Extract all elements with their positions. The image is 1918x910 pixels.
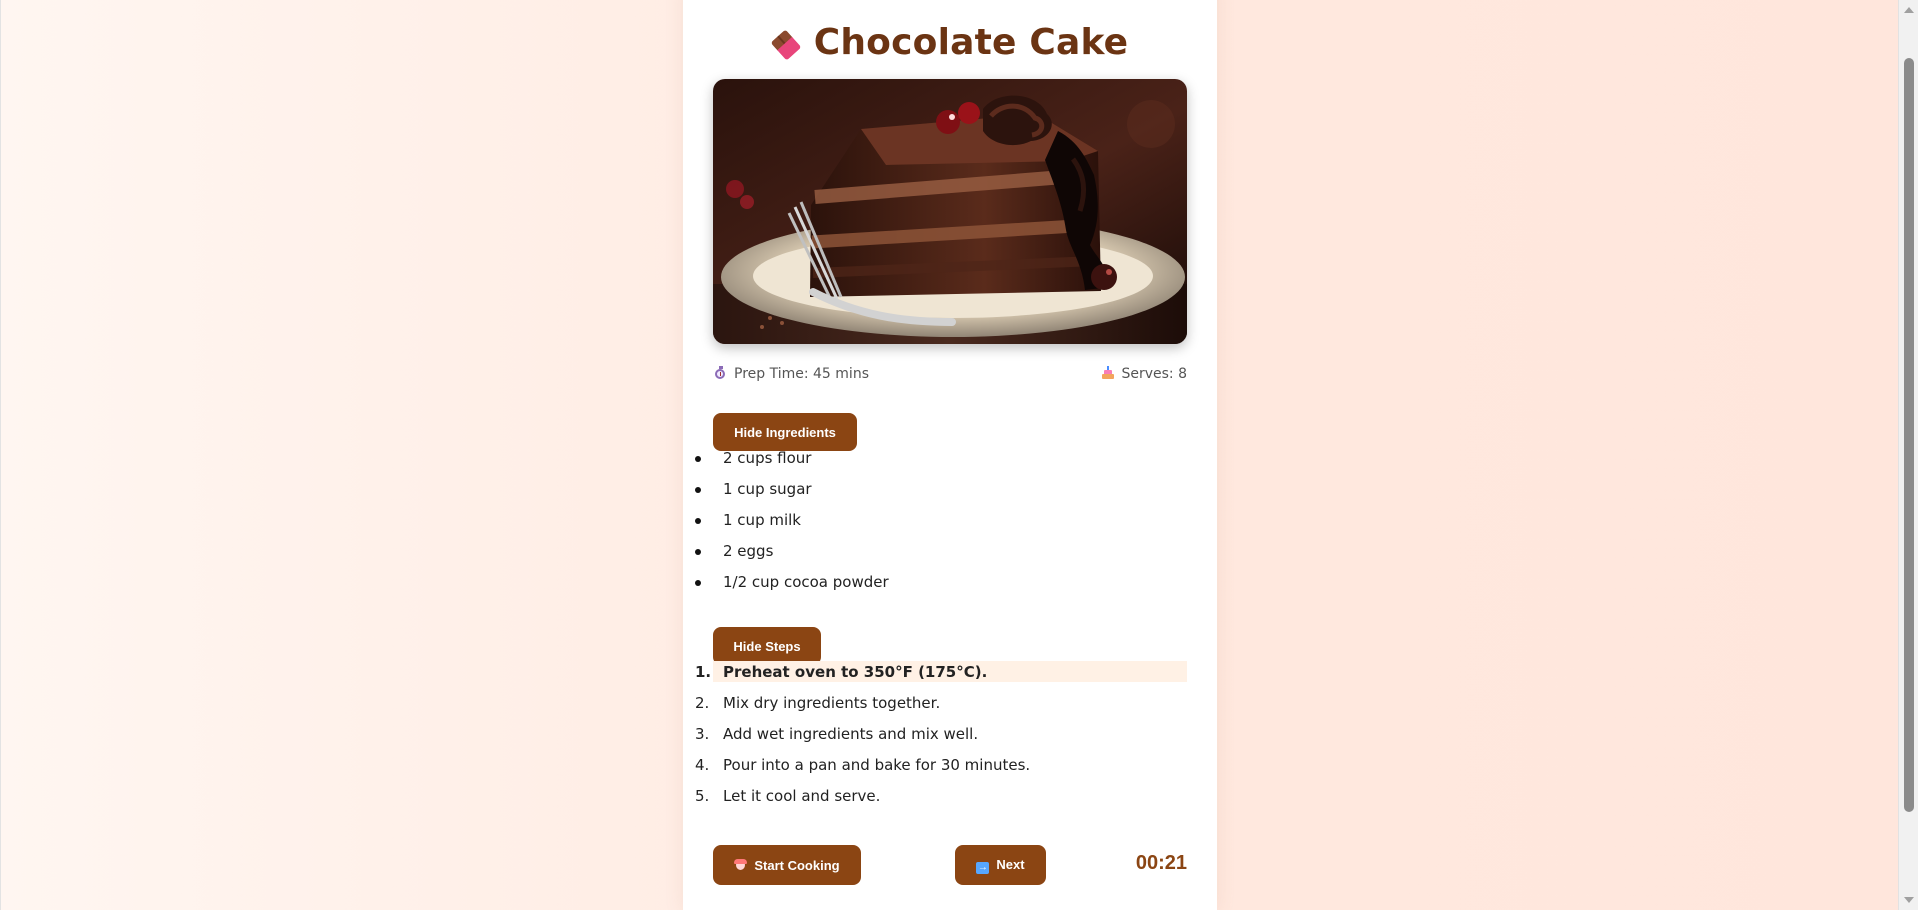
recipe-title: Chocolate Cake [683,21,1217,65]
start-cooking-button[interactable]: Start Cooking [713,845,861,885]
step-text: Let it cool and serve. [723,787,881,805]
next-step-button[interactable]: → Next [955,845,1046,885]
serves: Serves: 8 [1101,366,1187,382]
serves-text: Serves: 8 [1121,366,1187,382]
step-item: 3. Add wet ingredients and mix well. [683,719,1217,750]
prep-time: Prep Time: 45 mins [714,366,869,382]
step-text: Mix dry ingredients together. [723,694,941,712]
step-item: 5. Let it cool and serve. [683,781,1217,812]
cooking-timer: 00:21 [1135,852,1187,874]
right-arrow-icon: → [976,861,990,874]
recipe-title-text: Chocolate Cake [813,22,1129,64]
recipe-card: Chocolate Cake Prep Time: 45 mins Serves… [683,0,1217,910]
prep-time-text: Prep Time: 45 mins [734,366,869,382]
ingredient-item: 2 cups flour [683,443,1217,474]
step-number: 4. [695,756,710,774]
scroll-down-icon[interactable] [1904,897,1914,903]
ingredient-item: 2 eggs [683,536,1217,567]
next-step-label: Next [996,856,1025,872]
vertical-scrollbar[interactable] [1898,0,1918,910]
step-text: Add wet ingredients and mix well. [723,725,979,743]
step-number: 2. [695,694,710,712]
step-number: 1. [695,663,712,681]
ingredient-item: 1 cup sugar [683,474,1217,505]
start-cooking-label: Start Cooking [754,857,840,873]
chocolate-cake-image [713,79,1187,344]
stopwatch-icon [714,366,728,380]
cake-icon [1101,366,1115,380]
step-number: 3. [695,725,710,743]
step-text: Pour into a pan and bake for 30 minutes. [723,756,1031,774]
ingredients-list: 2 cups flour 1 cup sugar 1 cup milk 2 eg… [683,443,1217,598]
chef-icon [734,858,748,871]
ingredient-item: 1 cup milk [683,505,1217,536]
step-item-active: 1. Preheat oven to 350°F (175°C). [683,657,1217,688]
ingredient-item: 1/2 cup cocoa powder [683,567,1217,598]
steps-list: 1. Preheat oven to 350°F (175°C). 2. Mix… [683,657,1217,812]
step-number: 5. [695,787,710,805]
step-text: Preheat oven to 350°F (175°C). [723,663,988,681]
scrollbar-thumb[interactable] [1904,58,1914,812]
scroll-up-icon[interactable] [1904,7,1914,13]
chocolate-bar-icon [770,28,802,61]
step-item: 4. Pour into a pan and bake for 30 minut… [683,750,1217,781]
step-item: 2. Mix dry ingredients together. [683,688,1217,719]
